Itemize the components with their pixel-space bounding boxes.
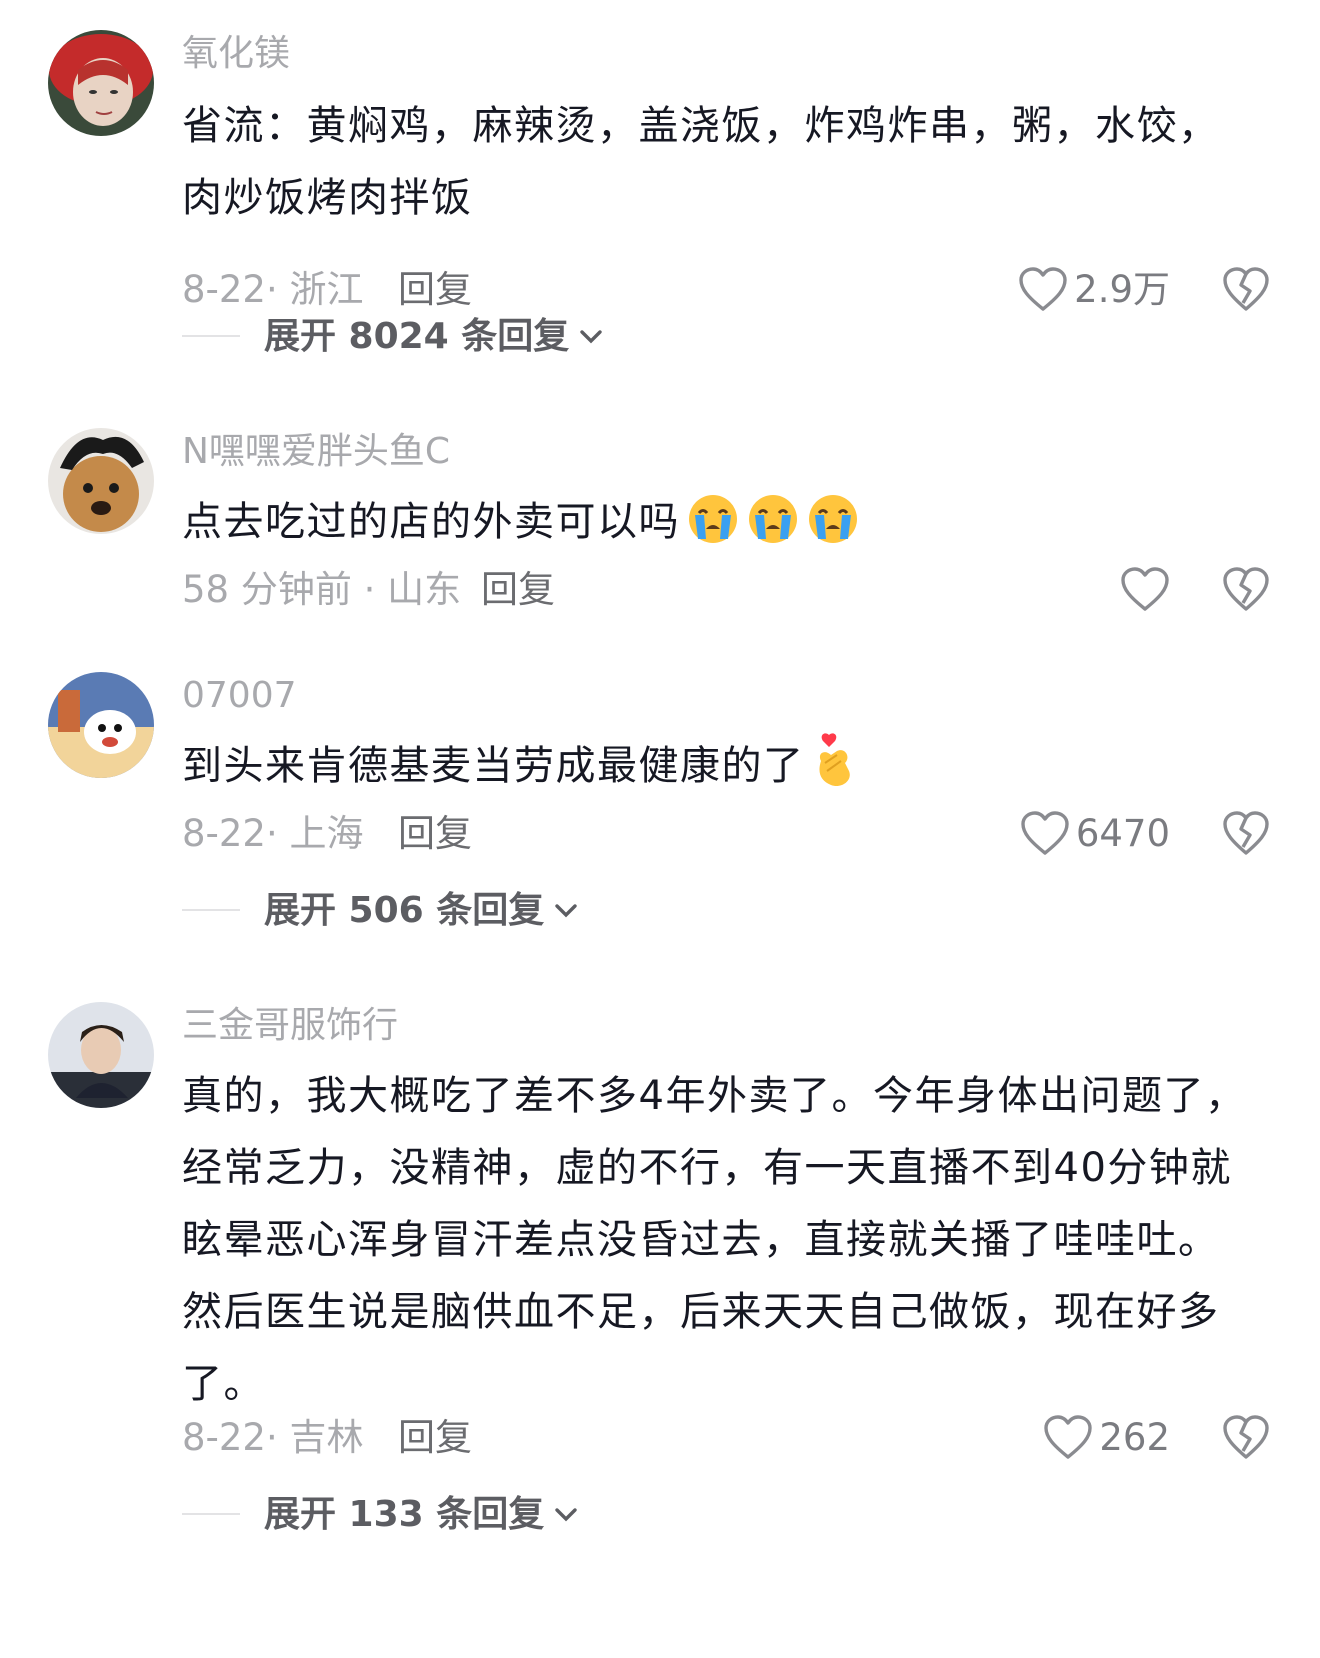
expand-replies-label: 展开 133 条回复: [264, 1494, 545, 1535]
chevron-down-icon: [555, 1508, 577, 1522]
chevron-down-icon: [580, 330, 602, 344]
finger-heart-emoji: [811, 731, 859, 789]
like-button[interactable]: 6470: [1020, 809, 1170, 859]
expand-replies-button[interactable]: 展开 133 条回复: [264, 1493, 580, 1537]
like-button[interactable]: [1120, 565, 1170, 615]
expand-divider: [182, 1513, 240, 1515]
comment-text: 到头来肯德基麦当劳成最健康的了: [182, 730, 1257, 802]
broken-heart-icon[interactable]: [1222, 267, 1270, 313]
like-count: 6470: [1075, 812, 1170, 855]
comment-meta: 8-22· 浙江: [182, 268, 364, 311]
avatar[interactable]: [48, 428, 154, 534]
broken-heart-icon[interactable]: [1222, 1415, 1270, 1461]
expand-replies-label: 展开 506 条回复: [264, 890, 545, 931]
like-button[interactable]: 262: [1043, 1413, 1170, 1463]
username[interactable]: 07007: [182, 674, 297, 718]
comment-meta: 8-22· 上海: [182, 812, 364, 855]
heart-icon: [1021, 811, 1069, 855]
broken-heart-icon[interactable]: [1222, 567, 1270, 613]
reply-button[interactable]: 回复: [481, 568, 555, 612]
reply-button[interactable]: 回复: [398, 268, 472, 312]
crying-emoji: [686, 493, 740, 545]
avatar[interactable]: [48, 30, 154, 136]
username[interactable]: N嘿嘿爱胖头鱼C: [182, 430, 450, 474]
comment-text-body: 点去吃过的店的外卖可以吗: [182, 499, 680, 545]
heart-icon: [1019, 267, 1067, 311]
expand-divider: [182, 335, 240, 337]
comment-meta: 58 分钟前 · 山东: [182, 568, 462, 611]
username[interactable]: 氧化镁: [182, 32, 290, 76]
crying-emoji: [806, 493, 860, 545]
chevron-down-icon: [555, 904, 577, 918]
comment-text: 点去吃过的店的外卖可以吗: [182, 486, 1257, 558]
reply-button[interactable]: 回复: [398, 812, 472, 856]
reply-button[interactable]: 回复: [398, 1416, 472, 1460]
heart-icon: [1121, 567, 1169, 611]
comment-text: 真的，我大概吃了差不多4年外卖了。今年身体出问题了，经常乏力，没精神，虚的不行，…: [182, 1073, 1247, 1407]
avatar[interactable]: [48, 1002, 154, 1108]
comment-text-body: 到头来肯德基麦当劳成最健康的了: [182, 743, 805, 789]
comment-meta: 8-22· 吉林: [182, 1416, 364, 1459]
expand-divider: [182, 909, 240, 911]
expand-replies-label: 展开 8024 条回复: [264, 316, 570, 357]
expand-replies-button[interactable]: 展开 8024 条回复: [264, 315, 605, 359]
username[interactable]: 三金哥服饰行: [182, 1004, 398, 1048]
broken-heart-icon[interactable]: [1222, 811, 1270, 857]
like-count: 262: [1099, 1416, 1170, 1459]
avatar[interactable]: [48, 672, 154, 778]
like-button[interactable]: 2.9万: [1018, 265, 1170, 315]
crying-emoji: [746, 493, 800, 545]
comment-text: 省流：黄焖鸡，麻辣烫，盖浇饭，炸鸡炸串，粥，水饺，肉炒饭烤肉拌饭: [182, 103, 1220, 221]
like-count: 2.9万: [1074, 268, 1170, 311]
expand-replies-button[interactable]: 展开 506 条回复: [264, 889, 580, 933]
heart-icon: [1044, 1415, 1093, 1459]
